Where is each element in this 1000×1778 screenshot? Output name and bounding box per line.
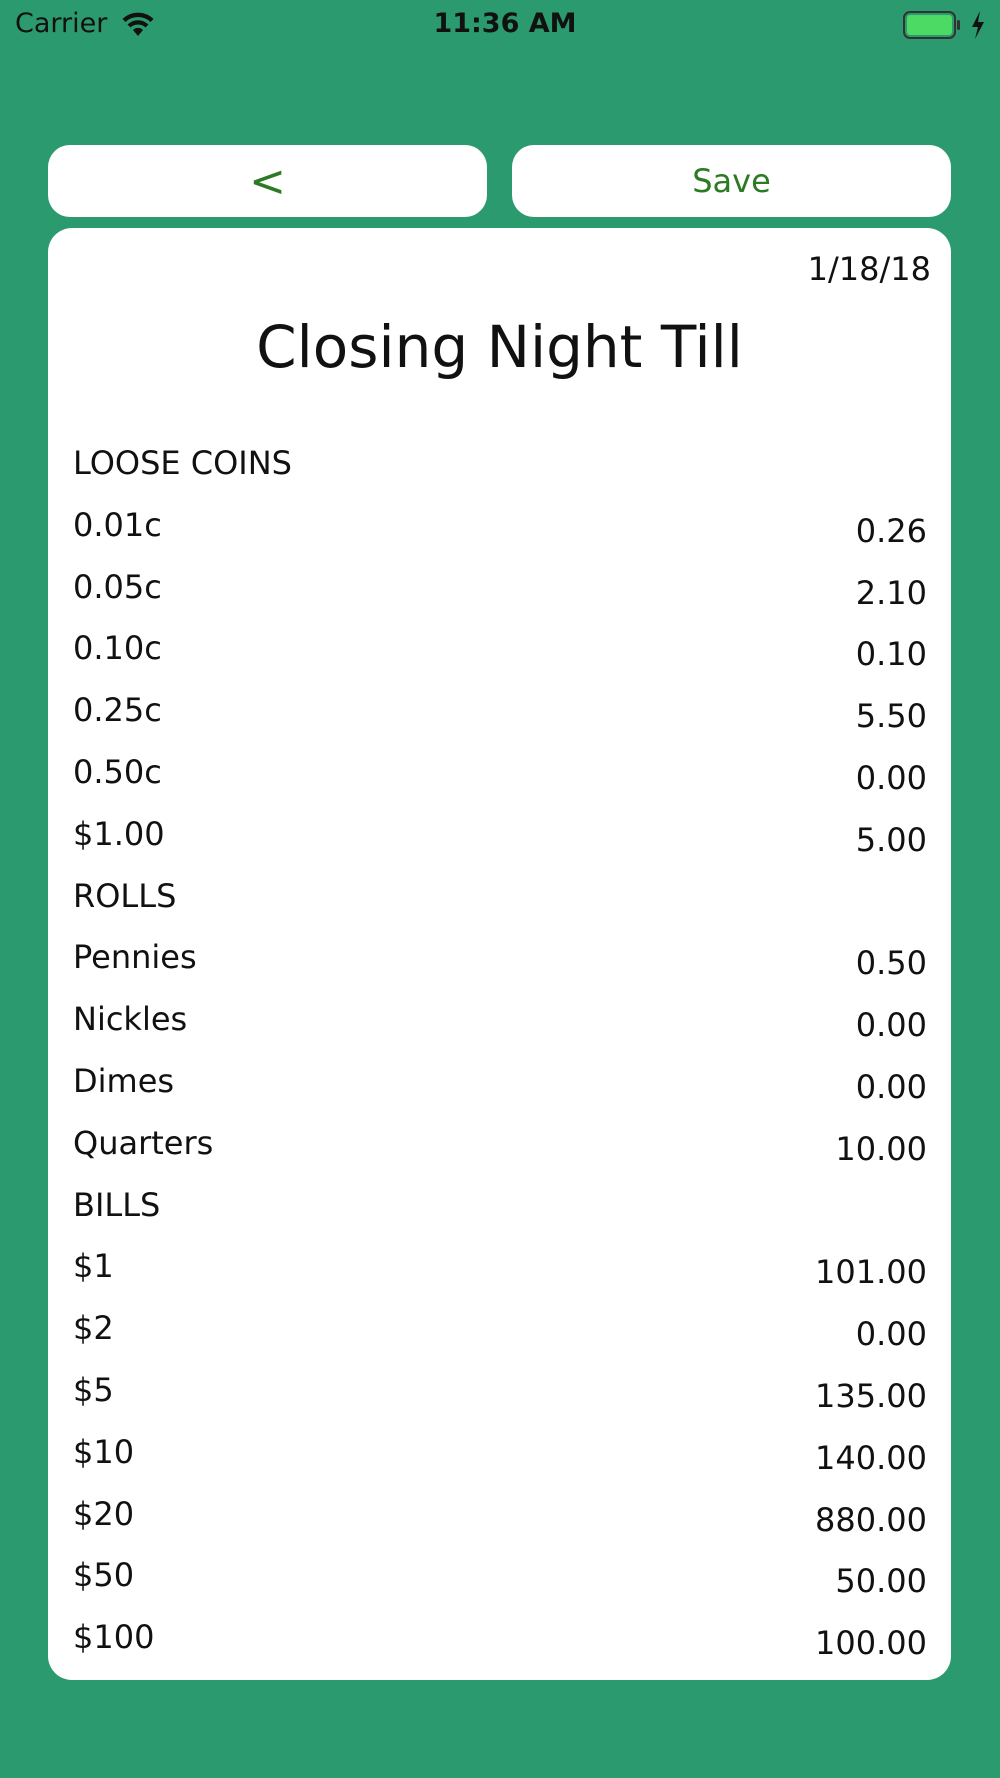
list-item[interactable]: Quarters 10.00 <box>48 1116 951 1178</box>
list-item[interactable]: $50 50.00 <box>48 1548 951 1610</box>
denomination-label: $20 <box>73 1494 135 1533</box>
denomination-label: $50 <box>73 1556 135 1595</box>
list-item[interactable]: $10 140.00 <box>48 1425 951 1487</box>
denomination-label: Pennies <box>73 938 197 977</box>
denomination-label: $5 <box>73 1370 114 1409</box>
amount-value[interactable]: 880.00 <box>815 1501 927 1539</box>
status-bar: Carrier 11:36 AM <box>0 0 1000 50</box>
sheet-date: 1/18/18 <box>807 250 931 288</box>
list-item[interactable]: 0.10c 0.10 <box>48 621 951 683</box>
amount-value[interactable]: 0.00 <box>856 1315 927 1353</box>
section-header-loose-coins: LOOSE COINS <box>48 436 951 498</box>
amount-value[interactable]: 2.10 <box>856 574 927 612</box>
page-title: Closing Night Till <box>256 313 743 381</box>
list-item[interactable]: $20 880.00 <box>48 1487 951 1549</box>
save-button-label: Save <box>692 162 771 200</box>
denomination-label: $1 <box>73 1247 114 1286</box>
list-item[interactable]: 0.50c 0.00 <box>48 745 951 807</box>
denomination-label: 0.01c <box>73 505 162 544</box>
denomination-label: Nickles <box>73 1000 188 1039</box>
amount-value[interactable]: 0.10 <box>856 635 927 673</box>
list-item[interactable]: Dimes 0.00 <box>48 1054 951 1116</box>
till-rows: LOOSE COINS 0.01c 0.26 0.05c 2.10 0.10c … <box>48 436 951 1672</box>
status-time: 11:36 AM <box>433 8 577 39</box>
charging-bolt-icon <box>972 11 984 39</box>
list-item[interactable]: $5 135.00 <box>48 1363 951 1425</box>
list-item[interactable]: $1.00 5.00 <box>48 807 951 869</box>
till-sheet-card: 1/18/18 Closing Night Till LOOSE COINS 0… <box>48 228 951 1680</box>
denomination-label: $2 <box>73 1309 114 1348</box>
amount-value[interactable]: 5.00 <box>856 821 927 859</box>
list-item[interactable]: 0.05c 2.10 <box>48 560 951 622</box>
amount-value[interactable]: 0.50 <box>856 944 927 982</box>
list-item[interactable]: $2 0.00 <box>48 1301 951 1363</box>
list-item[interactable]: 0.01c 0.26 <box>48 498 951 560</box>
list-item[interactable]: $1 101.00 <box>48 1239 951 1301</box>
denomination-label: $10 <box>73 1432 135 1471</box>
denomination-label: 0.50c <box>73 752 162 791</box>
section-heading: ROLLS <box>73 876 177 915</box>
section-header-bills: BILLS <box>48 1178 951 1240</box>
save-button[interactable]: Save <box>512 145 951 217</box>
amount-value[interactable]: 10.00 <box>835 1130 927 1168</box>
amount-value[interactable]: 0.00 <box>856 1068 927 1106</box>
back-button[interactable]: < <box>48 145 487 217</box>
battery-icon <box>903 11 960 39</box>
section-header-rolls: ROLLS <box>48 869 951 931</box>
section-heading: BILLS <box>73 1185 161 1224</box>
amount-value[interactable]: 140.00 <box>815 1439 927 1477</box>
amount-value[interactable]: 100.00 <box>815 1624 927 1662</box>
list-item[interactable]: 0.25c 5.50 <box>48 683 951 745</box>
list-item[interactable]: $100 100.00 <box>48 1610 951 1672</box>
denomination-label: 0.10c <box>73 629 162 668</box>
denomination-label: 0.05c <box>73 567 162 606</box>
list-item[interactable]: Nickles 0.00 <box>48 992 951 1054</box>
back-button-label: < <box>249 155 286 207</box>
amount-value[interactable]: 0.00 <box>856 759 927 797</box>
denomination-label: Quarters <box>73 1123 214 1162</box>
denomination-label: Dimes <box>73 1061 175 1100</box>
section-heading: LOOSE COINS <box>73 444 292 482</box>
amount-value[interactable]: 135.00 <box>815 1377 927 1415</box>
list-item[interactable]: Pennies 0.50 <box>48 930 951 992</box>
denomination-label: $1.00 <box>73 814 165 853</box>
amount-value[interactable]: 5.50 <box>856 697 927 735</box>
amount-value[interactable]: 0.26 <box>856 512 927 550</box>
amount-value[interactable]: 101.00 <box>815 1253 927 1291</box>
amount-value[interactable]: 50.00 <box>835 1562 927 1600</box>
amount-value[interactable]: 0.00 <box>856 1006 927 1044</box>
denomination-label: 0.25c <box>73 691 162 730</box>
denomination-label: $100 <box>73 1618 155 1657</box>
